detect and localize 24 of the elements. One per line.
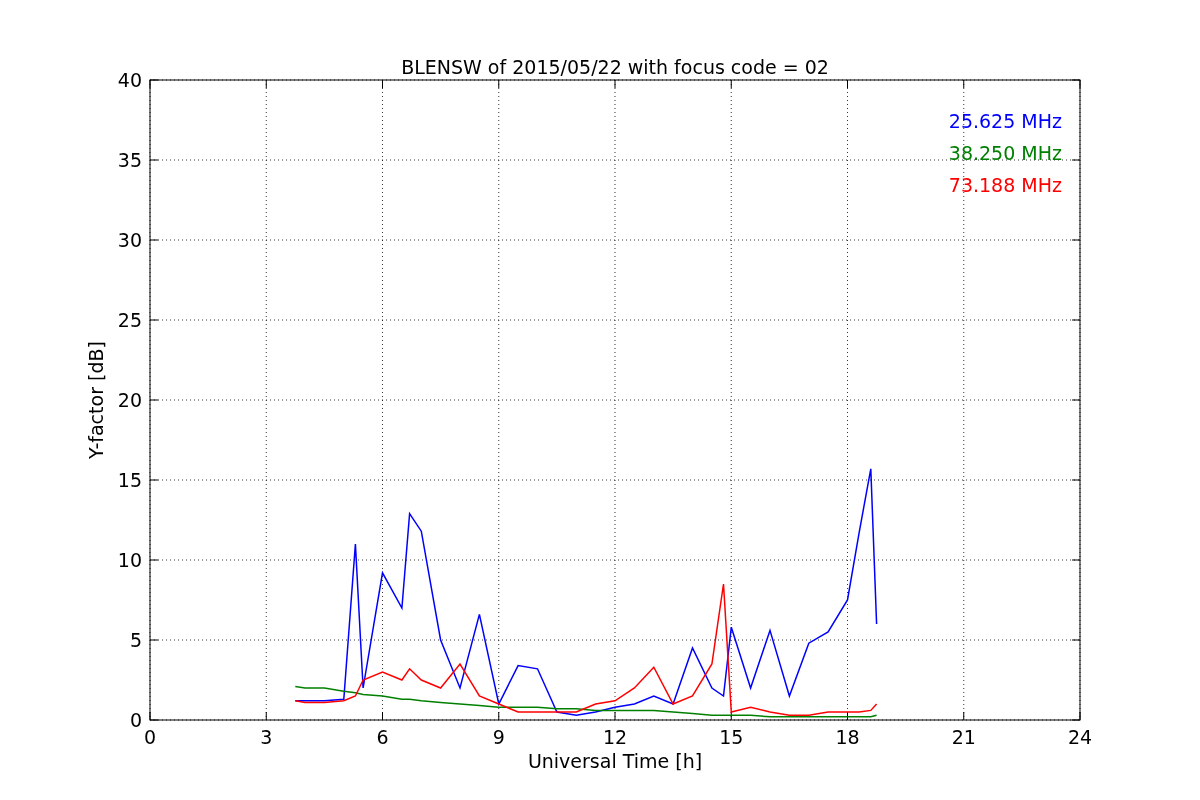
x-tick-label: 12: [602, 726, 628, 748]
y-tick-label: 35: [117, 149, 142, 171]
y-tick-label: 20: [117, 389, 142, 411]
x-tick-label: 9: [492, 726, 505, 748]
y-tick-label: 10: [117, 549, 142, 571]
x-tick-label: 21: [951, 726, 976, 748]
y-tick-label: 5: [129, 629, 142, 651]
legend-label: 73.188 MHz: [948, 174, 1062, 196]
y-tick-label: 0: [129, 709, 142, 731]
x-axis-label: Universal Time [h]: [527, 750, 703, 772]
x-tick-label: 6: [376, 726, 389, 748]
y-tick-label: 25: [117, 309, 142, 331]
chart-title: BLENSW of 2015/05/22 with focus code = 02: [401, 56, 829, 78]
y-tick-label: 30: [117, 229, 142, 251]
legend-label: 38.250 MHz: [948, 142, 1062, 164]
y-tick-label: 40: [117, 69, 142, 91]
y-tick-label: 15: [117, 469, 142, 491]
legend-label: 25.625 MHz: [948, 110, 1062, 132]
y-axis-label: Y-factor [dB]: [85, 341, 107, 459]
x-tick-label: 18: [835, 726, 860, 748]
x-tick-label: 24: [1067, 726, 1093, 748]
x-tick-label: 15: [719, 726, 744, 748]
x-tick-label: 3: [260, 726, 273, 748]
x-tick-label: 0: [143, 726, 157, 748]
